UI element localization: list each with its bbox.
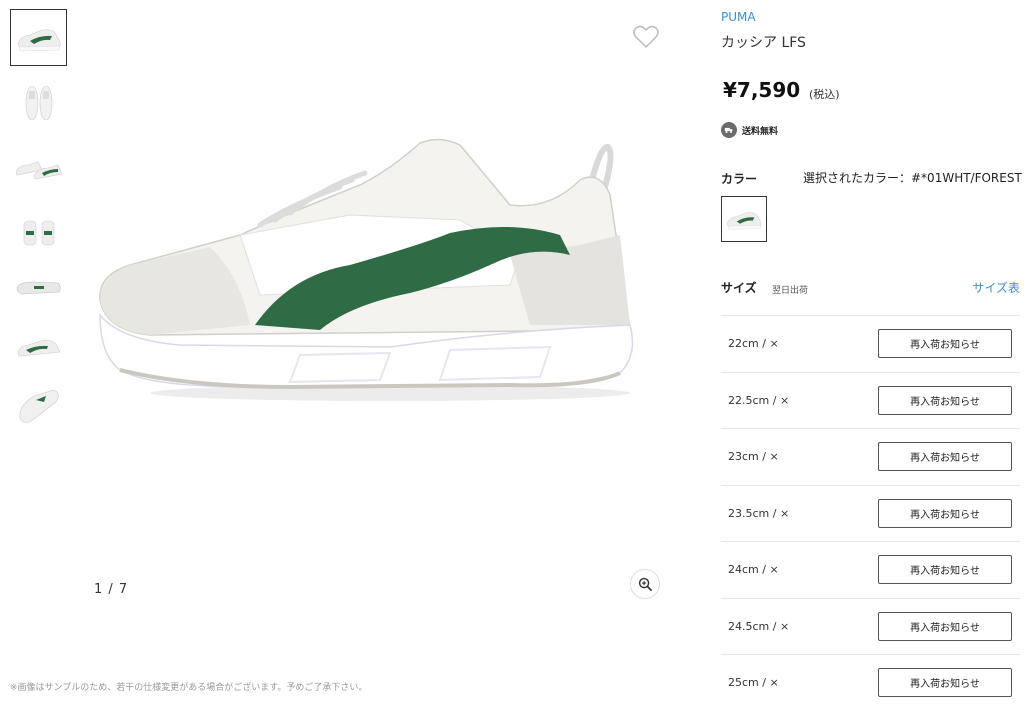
sneaker-image — [99, 138, 634, 401]
restock-notify-button[interactable]: 再入荷お知らせ — [878, 555, 1012, 585]
size-list: 22cm / × 再入荷お知らせ 22.5cm / × 再入荷お知らせ 23cm… — [721, 315, 1020, 711]
image-disclaimer: ※画像はサンプルのため、若干の仕様変更がある場合がございます。予めご了承下さい。 — [10, 683, 368, 693]
size-value: 23.5cm / × — [728, 506, 790, 520]
size-row: 22.5cm / × 再入荷お知らせ — [721, 371, 1020, 429]
product-price: ¥7,590 — [723, 78, 801, 102]
product-name: カッシア LFS — [721, 35, 806, 51]
shoe-thumbnail-image — [16, 281, 61, 294]
thumbnail-top-down-view[interactable] — [10, 377, 67, 434]
size-value: 22.5cm / × — [728, 393, 790, 407]
size-value: 23cm / × — [728, 450, 779, 464]
size-guide-link[interactable]: サイズ表 — [972, 279, 1020, 296]
restock-notify-button[interactable]: 再入荷お知らせ — [878, 498, 1012, 528]
truck-icon — [721, 122, 737, 138]
color-swatch-01wht-forest[interactable] — [721, 196, 767, 242]
restock-notify-button[interactable]: 再入荷お知らせ — [878, 385, 1012, 415]
shoe-swatch-image — [726, 212, 762, 230]
shoe-thumbnail-image — [25, 85, 52, 120]
restock-notify-button[interactable]: 再入荷お知らせ — [878, 611, 1012, 641]
size-row: 22cm / × 再入荷お知らせ — [721, 315, 1020, 372]
thumbnail-back-view[interactable] — [10, 204, 67, 261]
thumbnail-side-view[interactable] — [10, 9, 67, 66]
size-row: 23.5cm / × 再入荷お知らせ — [721, 484, 1020, 542]
main-product-image — [90, 125, 650, 415]
heart-icon — [633, 25, 659, 49]
brand-link[interactable]: PUMA — [721, 10, 756, 24]
thumbnail-rear-angle-view[interactable] — [10, 317, 67, 374]
restock-notify-button[interactable]: 再入荷お知らせ — [878, 442, 1012, 472]
zoom-button[interactable] — [630, 569, 660, 599]
zoom-in-icon — [638, 577, 652, 591]
restock-notify-button[interactable]: 再入荷お知らせ — [878, 329, 1012, 359]
size-row: 24.5cm / × 再入荷お知らせ — [721, 597, 1020, 655]
favorite-button[interactable] — [632, 24, 660, 50]
size-heading: サイズ — [721, 281, 757, 295]
restock-notify-button[interactable]: 再入荷お知らせ — [878, 668, 1012, 698]
size-value: 22cm / × — [728, 337, 779, 351]
image-counter: 1 / 7 — [94, 582, 129, 597]
thumbnail-sole-view[interactable] — [10, 259, 67, 316]
size-row: 23cm / × 再入荷お知らせ — [721, 428, 1020, 485]
size-row: 25cm / × 再入荷お知らせ — [721, 654, 1020, 711]
tax-note: (税込) — [809, 88, 840, 101]
size-value: 24.5cm / × — [728, 619, 790, 633]
color-heading: カラー — [721, 172, 758, 186]
shoe-thumbnail-image — [17, 339, 60, 356]
shoe-thumbnail-image — [15, 161, 62, 179]
free-shipping-badge: 送料無料 — [721, 122, 778, 138]
thumbnail-pair-view[interactable] — [10, 139, 67, 196]
shoe-thumbnail-image — [23, 220, 54, 245]
size-row: 24cm / × 再入荷お知らせ — [721, 541, 1020, 598]
size-value: 25cm / × — [728, 676, 779, 690]
selected-color-text: 選択されたカラー：#*01WHT/FOREST — [803, 171, 1022, 185]
shoe-thumbnail-image — [17, 28, 61, 51]
shipping-label: 送料無料 — [742, 126, 779, 137]
size-shipping-note: 翌日出荷 — [772, 286, 809, 296]
thumbnail-top-view[interactable] — [10, 74, 67, 131]
shoe-thumbnail-image — [18, 389, 59, 423]
size-value: 24cm / × — [728, 563, 779, 577]
